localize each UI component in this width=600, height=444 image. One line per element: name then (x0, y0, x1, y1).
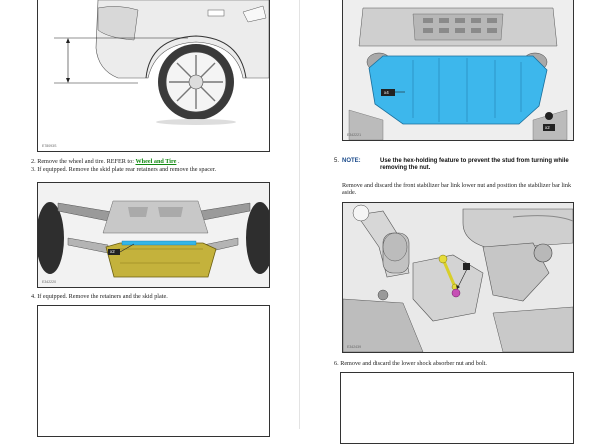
step-6: 6. Remove and discard the lower shock ab… (334, 360, 487, 367)
figure-id: E342220 (42, 280, 57, 284)
stabilizer-link-figure: E342439 (342, 202, 574, 353)
skid-plate-rear-illustration (38, 183, 269, 287)
stabilizer-link-illustration (343, 203, 573, 352)
callout-label: x2 (110, 249, 115, 254)
note-label: NOTE: (342, 158, 361, 164)
note-text: Use the hex-holding feature to prevent t… (380, 158, 569, 172)
callout-label-x4: x4 (384, 90, 389, 95)
lower-shock-figure (340, 372, 574, 444)
callout-label-x2: x2 (545, 125, 550, 130)
page-divider (299, 0, 300, 429)
figure-id: E78093S (42, 144, 57, 148)
retainers-skid-plate-figure (37, 305, 270, 437)
step-2-text: 2. Remove the wheel and tire. REFER to: (31, 158, 136, 165)
step-3: 3. If equipped. Remove the skid plate re… (31, 166, 217, 173)
figure-id: E342221 (347, 133, 362, 137)
skid-plate-front-figure: x4 x2 E342221 (342, 0, 574, 141)
wheel-tire-illustration (54, 0, 269, 125)
skid-plate-rear-figure: x2 E342220 (37, 182, 270, 288)
figure-id: E342439 (347, 345, 362, 349)
step-2-suffix: . (176, 158, 180, 165)
wheel-and-tire-link[interactable]: Wheel and Tire (135, 158, 176, 165)
step-5-number: 5. (334, 158, 340, 164)
step-4: 4. If equipped. Remove the retainers and… (31, 293, 168, 300)
step-5-body: Remove and discard the front stabilizer … (342, 182, 572, 197)
skid-plate-front-illustration (343, 0, 573, 140)
wheel-tire-figure: E78093S (37, 0, 270, 152)
step-2: 2. Remove the wheel and tire. REFER to: … (31, 158, 180, 165)
